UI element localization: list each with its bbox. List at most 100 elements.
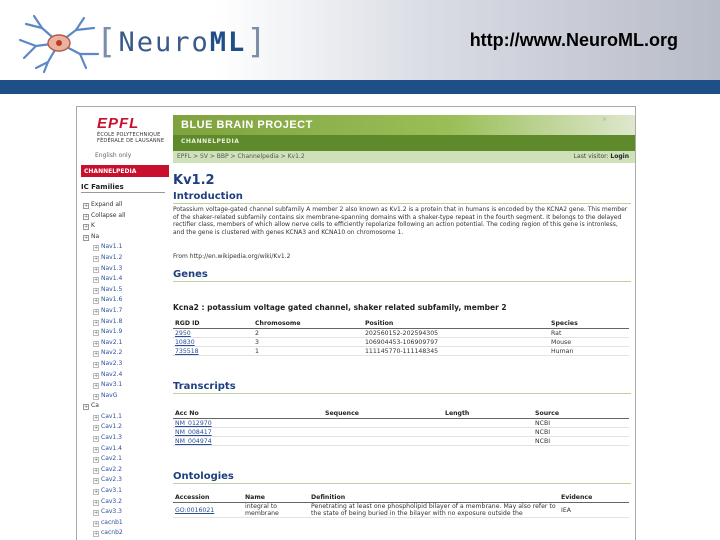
sidebar-item[interactable]: + NavG bbox=[83, 392, 167, 403]
column-header[interactable]: Acc No bbox=[173, 409, 323, 419]
expand-toggle-icon[interactable]: + bbox=[93, 499, 99, 506]
sidebar-item-label: Nav2.3 bbox=[101, 359, 123, 367]
sidebar-item[interactable]: + Nav3.1 bbox=[83, 381, 167, 392]
expand-toggle-icon[interactable]: + bbox=[93, 277, 99, 284]
sidebar-item[interactable]: + Nav2.4 bbox=[83, 371, 167, 382]
expand-toggle-icon[interactable]: + bbox=[93, 245, 99, 252]
expand-toggle-icon[interactable]: + bbox=[93, 340, 99, 347]
sidebar-item[interactable]: + Nav2.1 bbox=[83, 339, 167, 350]
expand-toggle-icon[interactable]: + bbox=[83, 404, 89, 411]
table-cell[interactable]: 10830 bbox=[173, 337, 253, 347]
sidebar-item[interactable]: + Nav1.4 bbox=[83, 275, 167, 286]
table-cell[interactable]: NM_004974 bbox=[173, 436, 323, 446]
column-header[interactable]: Definition bbox=[309, 493, 559, 503]
sidebar-item[interactable]: + Ca bbox=[83, 402, 167, 413]
expand-toggle-icon[interactable]: + bbox=[93, 489, 99, 496]
gene-name: Kcna2 : potassium voltage gated channel,… bbox=[173, 303, 507, 312]
sidebar-item[interactable]: + Cav1.2 bbox=[83, 423, 167, 434]
column-header[interactable]: Evidence bbox=[559, 493, 629, 503]
sidebar-item[interactable]: + Cav1.4 bbox=[83, 445, 167, 456]
epfl-logo[interactable]: EPFL ÉCOLE POLYTECHNIQUE FÉDÉRALE DE LAU… bbox=[97, 115, 169, 155]
table-row: NM_004974 NCBI bbox=[173, 436, 629, 446]
sidebar-item[interactable]: + Nav2.3 bbox=[83, 360, 167, 371]
login-link[interactable]: Login bbox=[610, 153, 629, 160]
expand-toggle-icon[interactable]: + bbox=[93, 478, 99, 485]
expand-toggle-icon[interactable]: + bbox=[93, 287, 99, 294]
expand-toggle-icon[interactable]: + bbox=[83, 203, 89, 209]
site-header: EPFL ÉCOLE POLYTECHNIQUE FÉDÉRALE DE LAU… bbox=[77, 107, 635, 155]
column-header[interactable]: RGD ID bbox=[173, 319, 253, 329]
sidebar-item[interactable]: + Expand all bbox=[83, 201, 167, 212]
table-cell[interactable]: GO:0016021 bbox=[173, 502, 243, 518]
expand-toggle-icon[interactable]: + bbox=[93, 255, 99, 262]
sidebar-item[interactable]: + Nav2.2 bbox=[83, 349, 167, 360]
sidebar-item[interactable]: + Nav1.1 bbox=[83, 243, 167, 254]
sidebar-item[interactable]: + Nav1.9 bbox=[83, 328, 167, 339]
sidebar-item[interactable]: + K bbox=[83, 222, 167, 233]
expand-toggle-icon[interactable]: + bbox=[93, 457, 99, 464]
column-header[interactable]: Species bbox=[549, 319, 629, 329]
column-header[interactable]: Position bbox=[363, 319, 549, 329]
expand-toggle-icon[interactable]: + bbox=[93, 351, 99, 358]
expand-toggle-icon[interactable]: + bbox=[93, 308, 99, 315]
sidebar-item[interactable]: + Cav2.2 bbox=[83, 466, 167, 477]
expand-toggle-icon[interactable]: + bbox=[93, 319, 99, 326]
expand-toggle-icon[interactable]: + bbox=[93, 510, 99, 517]
table-cell[interactable]: NM_012970 bbox=[173, 418, 323, 428]
expand-toggle-icon[interactable]: + bbox=[93, 436, 99, 443]
table-cell: NCBI bbox=[533, 427, 629, 437]
column-header[interactable]: Name bbox=[243, 493, 309, 503]
column-header[interactable]: Length bbox=[443, 409, 533, 419]
expand-toggle-icon[interactable]: + bbox=[93, 520, 99, 527]
sidebar-item[interactable]: + Nav1.8 bbox=[83, 318, 167, 329]
table-cell[interactable]: 2950 bbox=[173, 328, 253, 338]
expand-toggle-icon[interactable]: + bbox=[93, 531, 99, 538]
sidebar-item[interactable]: + Cav1.1 bbox=[83, 413, 167, 424]
expand-toggle-icon[interactable]: + bbox=[93, 425, 99, 432]
sidebar-item[interactable]: + Cav2.1 bbox=[83, 455, 167, 466]
sidebar-item[interactable]: + Collapse all bbox=[83, 212, 167, 223]
sidebar-item[interactable]: + Nav1.5 bbox=[83, 286, 167, 297]
table-cell[interactable]: NM_008417 bbox=[173, 427, 323, 437]
expand-toggle-icon[interactable]: + bbox=[93, 266, 99, 273]
expand-toggle-icon[interactable]: + bbox=[93, 446, 99, 453]
expand-toggle-icon[interactable]: + bbox=[93, 298, 99, 305]
sidebar-item[interactable]: + Cav3.2 bbox=[83, 498, 167, 509]
table-cell[interactable]: 735518 bbox=[173, 346, 253, 356]
close-icon[interactable]: × bbox=[602, 116, 607, 123]
expand-toggle-icon[interactable]: + bbox=[93, 372, 99, 379]
sidebar-item-label: Nav1.3 bbox=[101, 264, 123, 272]
column-header[interactable]: Chromosome bbox=[253, 319, 363, 329]
introduction-source[interactable]: From http://en.wikipedia.org/wiki/Kv1.2 bbox=[173, 253, 629, 261]
expand-toggle-icon[interactable]: + bbox=[93, 414, 99, 421]
table-header-row: Accession Name Definition Evidence bbox=[173, 493, 629, 503]
sidebar-item-label: Expand all bbox=[91, 201, 123, 208]
sidebar-item[interactable]: + Cav3.1 bbox=[83, 487, 167, 498]
expand-toggle-icon[interactable]: + bbox=[93, 393, 99, 400]
expand-toggle-icon[interactable]: + bbox=[93, 383, 99, 390]
breadcrumb-text[interactable]: EPFL > SV > BBP > Channelpedia > Kv1.2 bbox=[177, 153, 305, 160]
expand-toggle-icon[interactable]: + bbox=[83, 224, 89, 231]
sidebar-item[interactable]: + Nav1.6 bbox=[83, 296, 167, 307]
column-header[interactable]: Source bbox=[533, 409, 629, 419]
expand-toggle-icon[interactable]: + bbox=[83, 234, 89, 241]
expand-toggle-icon[interactable]: + bbox=[93, 330, 99, 337]
sidebar-item[interactable]: + Nav1.3 bbox=[83, 265, 167, 276]
genes-heading: Genes bbox=[173, 269, 631, 282]
sidebar-item-label: Nav2.1 bbox=[101, 338, 123, 346]
sidebar-item[interactable]: + Cav3.3 bbox=[83, 508, 167, 519]
sidebar-item[interactable]: + Nav1.7 bbox=[83, 307, 167, 318]
language-link[interactable]: English only bbox=[95, 152, 131, 159]
column-header[interactable]: Sequence bbox=[323, 409, 443, 419]
sidebar-item[interactable]: + Cav2.3 bbox=[83, 476, 167, 487]
expand-toggle-icon[interactable]: + bbox=[83, 213, 89, 220]
expand-toggle-icon[interactable]: + bbox=[93, 467, 99, 474]
sidebar-item[interactable]: + cacnb1 bbox=[83, 519, 167, 530]
column-header[interactable]: Accession bbox=[173, 493, 243, 503]
sidebar-item[interactable]: + Nav1.2 bbox=[83, 254, 167, 265]
sidebar-item[interactable]: + Cav1.3 bbox=[83, 434, 167, 445]
sidebar-title: CHANNELPEDIA bbox=[81, 165, 169, 177]
sidebar-item[interactable]: + Na bbox=[83, 233, 167, 244]
sidebar-item[interactable]: + cacnb2 bbox=[83, 529, 167, 540]
expand-toggle-icon[interactable]: + bbox=[93, 361, 99, 368]
